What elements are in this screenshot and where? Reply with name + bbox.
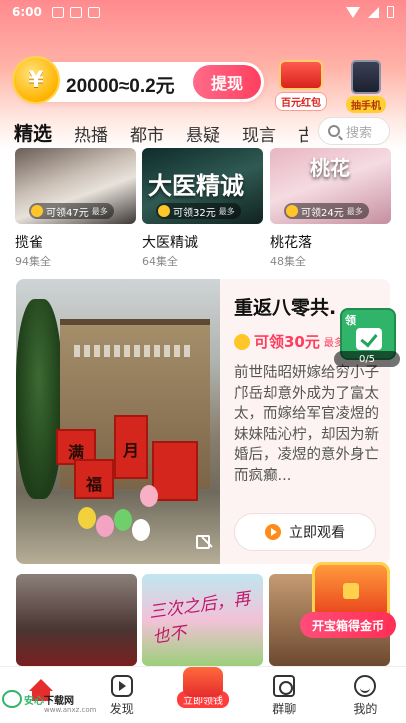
drama-poster: 大医精诚 可领32元 最多 bbox=[142, 148, 263, 224]
download-icon bbox=[87, 6, 100, 18]
nav-discover[interactable]: 发现 bbox=[81, 667, 162, 723]
red-envelope-promo[interactable]: 百元红包 bbox=[275, 60, 327, 111]
drama-title: 揽雀 bbox=[15, 235, 43, 251]
play-icon bbox=[265, 524, 281, 540]
drama-title: 大医精诚 bbox=[142, 235, 198, 251]
gift-box: 福 bbox=[74, 459, 114, 499]
gift-char: 福 bbox=[86, 475, 103, 494]
coin-icon bbox=[234, 333, 250, 350]
money-bag-icon bbox=[183, 667, 223, 697]
gift-box: 月 bbox=[114, 415, 148, 479]
coin-icon: ¥ bbox=[12, 56, 60, 104]
drama-episodes: 48集全 bbox=[270, 255, 306, 268]
phone-prize-label: 抽手机 bbox=[346, 96, 386, 113]
status-bar: 6:00 bbox=[0, 0, 406, 24]
drama-poster: 桃花 可领24元 最多 bbox=[270, 148, 391, 224]
coin-icon bbox=[31, 205, 43, 217]
reward-text: 可领47元 bbox=[46, 207, 89, 219]
phone-prize-promo[interactable]: 抽手机 bbox=[346, 60, 386, 113]
balloon bbox=[140, 485, 158, 507]
search-box[interactable]: 搜索 bbox=[318, 117, 390, 145]
drama-card[interactable]: 大医精诚 可领32元 最多 大医精诚 64集全 bbox=[142, 148, 263, 269]
reward-chip: 可领32元 最多 bbox=[156, 203, 241, 219]
tab-ancient[interactable]: 古 bbox=[298, 121, 308, 146]
drama-poster: 可领47元 最多 bbox=[15, 148, 136, 224]
balloon bbox=[78, 507, 96, 529]
reward-text: 可领24元 bbox=[301, 207, 344, 219]
tab-romance[interactable]: 现言 bbox=[242, 121, 276, 146]
drama-card[interactable]: 可领47元 最多 揽雀 94集全 bbox=[15, 148, 136, 269]
checkmark-icon bbox=[356, 328, 382, 350]
gift-char: 月 bbox=[123, 441, 140, 460]
reward-more: 最多 bbox=[91, 206, 108, 216]
watermark-logo-icon bbox=[2, 690, 22, 708]
discover-icon bbox=[110, 675, 133, 697]
reward-chip: 可领47元 最多 bbox=[29, 203, 114, 219]
floating-task-progress: 0/5 bbox=[334, 351, 400, 367]
nav-get-money[interactable]: 立即领钱 bbox=[162, 667, 243, 723]
nav-group-chat[interactable]: 群聊 bbox=[244, 667, 325, 723]
battery-icon bbox=[387, 6, 394, 18]
tab-featured[interactable]: 精选 bbox=[14, 119, 52, 152]
coin-balance-bar: ¥ 20000≈0.2元 提现 bbox=[12, 56, 264, 104]
search-placeholder: 搜索 bbox=[346, 125, 373, 141]
gift-box bbox=[152, 441, 198, 501]
tree-shape bbox=[16, 299, 62, 499]
tab-hot[interactable]: 热播 bbox=[74, 121, 108, 146]
featured-reward: 可领30元 最多 bbox=[234, 331, 344, 352]
reward-more: 最多 bbox=[346, 206, 363, 216]
featured-reward-text: 可领30元 bbox=[254, 333, 320, 351]
poster-title-art: 大医精诚 bbox=[148, 171, 244, 200]
wifi-icon bbox=[346, 6, 360, 18]
profile-icon bbox=[354, 675, 377, 697]
group-chat-icon bbox=[273, 675, 296, 697]
search-icon bbox=[328, 125, 340, 137]
nav-label: 群聊 bbox=[272, 702, 297, 716]
featured-video-preview[interactable]: 满 月 福 bbox=[16, 279, 220, 564]
red-envelope-icon bbox=[279, 60, 323, 90]
watch-now-label: 立即观看 bbox=[289, 525, 345, 541]
featured-drama-card[interactable]: 满 月 福 重返八零共. 可领30元 最多 前世陆昭妍嫁给穷小子邝岳却意外成为了… bbox=[16, 279, 390, 564]
open-chest-button[interactable]: 开宝箱得金币 bbox=[300, 612, 396, 638]
signal-icon bbox=[368, 6, 379, 18]
nav-profile[interactable]: 我的 bbox=[325, 667, 406, 723]
nav-label: 我的 bbox=[353, 702, 378, 716]
balloon bbox=[114, 509, 132, 531]
category-tabs: 精选 热播 都市 悬疑 现言 古 bbox=[14, 118, 308, 152]
tab-suspense[interactable]: 悬疑 bbox=[186, 121, 220, 146]
drama-title: 桃花落 bbox=[270, 235, 312, 251]
coin-amount: 20000≈0.2元 bbox=[66, 76, 175, 97]
tab-urban[interactable]: 都市 bbox=[130, 121, 164, 146]
poster-title-art: 三次之后，再也不 bbox=[147, 588, 252, 648]
drama-episodes: 64集全 bbox=[142, 255, 178, 268]
featured-description: 前世陆昭妍嫁给穷小子邝岳却意外成为了富太太，而嫁给军官凌煜的妹妹陆沁柠，却因为新… bbox=[234, 365, 379, 484]
status-time: 6:00 bbox=[12, 5, 42, 19]
nav-label: 发现 bbox=[109, 702, 134, 716]
watermark-text: 安心下载网 bbox=[24, 695, 74, 707]
image-icon bbox=[69, 6, 82, 18]
reward-more: 最多 bbox=[218, 206, 235, 216]
balloon bbox=[132, 519, 150, 541]
mute-icon[interactable] bbox=[196, 535, 210, 549]
reward-chip: 可领24元 最多 bbox=[284, 203, 369, 219]
drama-poster[interactable] bbox=[16, 574, 137, 666]
drama-card[interactable]: 桃花 可领24元 最多 桃花落 48集全 bbox=[270, 148, 391, 269]
reward-text: 可领32元 bbox=[173, 207, 216, 219]
red-envelope-label: 百元红包 bbox=[275, 92, 327, 111]
withdraw-button[interactable]: 提现 bbox=[193, 65, 261, 99]
watch-now-button[interactable]: 立即观看 bbox=[234, 513, 376, 551]
status-right bbox=[346, 6, 394, 18]
featured-title: 重返八零共. bbox=[234, 297, 337, 319]
coin-icon bbox=[158, 205, 170, 217]
drama-poster[interactable]: 三次之后，再也不 bbox=[142, 574, 263, 666]
coin-icon bbox=[286, 205, 298, 217]
floating-task-label: 领 bbox=[345, 314, 356, 327]
balloon bbox=[96, 515, 114, 537]
poster-title-art: 桃花 bbox=[310, 156, 350, 180]
watermark-url: www.anxz.com bbox=[44, 706, 97, 714]
notification-icon bbox=[51, 6, 64, 18]
drama-episodes: 94集全 bbox=[15, 255, 51, 268]
phone-prize-icon bbox=[351, 60, 381, 94]
